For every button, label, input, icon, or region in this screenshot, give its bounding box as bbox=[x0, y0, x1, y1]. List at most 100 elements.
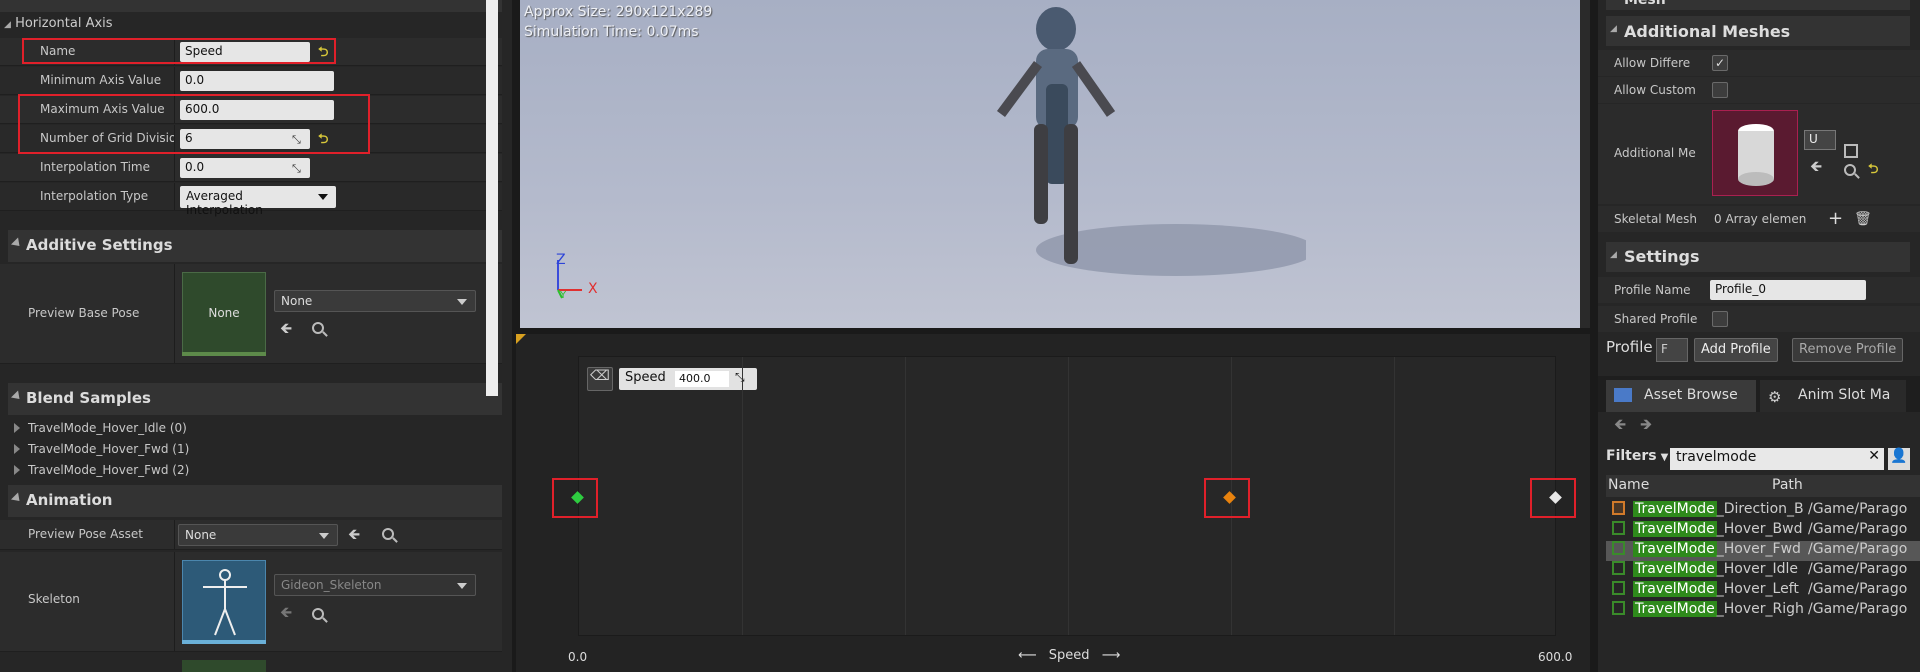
asset-row[interactable]: TravelMode _Hover_Bwd/Game/Parago bbox=[1606, 521, 1920, 541]
allow-custom-row: Allow Custom bbox=[1598, 77, 1920, 103]
asset-name-match: TravelMode bbox=[1633, 581, 1717, 597]
x-axis-title: ⟵ Speed ⟶ bbox=[1018, 648, 1121, 663]
asset-path: /Game/Parago bbox=[1808, 601, 1908, 617]
asset-name-rest: _Hover_Left bbox=[1716, 581, 1799, 597]
use-selected-arrow-icon[interactable]: 🡸 bbox=[280, 318, 292, 343]
profile-name-input[interactable]: Profile_0 bbox=[1710, 280, 1866, 300]
animation-asset-icon bbox=[1612, 581, 1625, 595]
asset-name-rest: _Direction_B bbox=[1716, 501, 1804, 517]
use-selected-arrow-icon[interactable]: 🡸 bbox=[348, 524, 360, 549]
asset-row[interactable]: TravelMode _Hover_Idle/Game/Parago bbox=[1606, 561, 1920, 581]
shared-profile-checkbox[interactable] bbox=[1712, 311, 1728, 327]
asset-name-match: TravelMode bbox=[1633, 541, 1717, 557]
highlight-axis bbox=[18, 94, 370, 154]
interp-time-input[interactable]: 0.0 bbox=[180, 158, 310, 178]
skeleton-thumbnail[interactable] bbox=[182, 560, 266, 644]
mesh-dropdown[interactable]: U bbox=[1804, 130, 1836, 150]
use-selected-arrow-icon[interactable]: 🡸 bbox=[1810, 156, 1822, 181]
collapse-arrow-icon: ◢ bbox=[1610, 250, 1617, 260]
animation-asset-icon bbox=[1612, 601, 1625, 615]
allow-different-row: Allow Differen ✓ bbox=[1598, 50, 1920, 76]
speed-param-widget[interactable]: Speed 400.0 ⤡ bbox=[619, 368, 757, 390]
profile-dropdown[interactable]: F bbox=[1656, 338, 1688, 362]
asset-name-match: TravelMode bbox=[1633, 561, 1717, 577]
min-axis-input[interactable]: 0.0 bbox=[180, 71, 334, 91]
settings-header[interactable]: ◢ Settings bbox=[1606, 242, 1910, 272]
asset-row[interactable]: TravelMode _Hover_Left/Game/Parago bbox=[1606, 581, 1920, 601]
blendspace-plot-area[interactable]: ⌫ Speed 400.0 ⤡ bbox=[578, 356, 1556, 636]
user-filter-icon[interactable]: 👤 bbox=[1888, 448, 1910, 470]
preview-viewport[interactable]: Approx Size: 290x121x289 Simulation Time… bbox=[516, 0, 1590, 328]
animation-header[interactable]: Animation bbox=[8, 485, 502, 517]
asset-path: /Game/Parago bbox=[1808, 521, 1908, 537]
blend-sample-item[interactable]: TravelMode_Hover_Idle (0) bbox=[14, 421, 187, 435]
axis-z-label: Z bbox=[556, 252, 566, 268]
skeletal-mesh-row: Skeletal Mesh 0 Array elemen + 🗑 bbox=[1598, 206, 1920, 232]
blend-samples-header[interactable]: Blend Samples bbox=[8, 383, 502, 415]
mesh-header[interactable]: Mesh bbox=[1606, 0, 1910, 10]
preview-base-pose-dropdown[interactable]: None bbox=[274, 290, 476, 312]
interp-type-dropdown[interactable]: Averaged Interpolation bbox=[180, 186, 336, 217]
drag-resize-icon[interactable]: ⤡ bbox=[735, 370, 745, 385]
approx-size-text: Approx Size: 290x121x289 bbox=[524, 4, 713, 20]
preview-pose-dropdown[interactable]: None bbox=[178, 524, 338, 546]
forward-arrow-icon[interactable]: 🡺 bbox=[1640, 414, 1652, 439]
tag-icon[interactable]: ⌫ bbox=[587, 367, 613, 391]
grid-line bbox=[1068, 357, 1069, 635]
speed-param-input[interactable]: 400.0 bbox=[675, 371, 729, 387]
skeleton-figure-icon bbox=[203, 569, 247, 636]
browse-search-icon[interactable] bbox=[1844, 164, 1856, 176]
asset-path: /Game/Parago bbox=[1808, 501, 1908, 517]
browse-search-icon[interactable] bbox=[312, 322, 324, 334]
blendspace-graph[interactable]: ⌫ Speed 400.0 ⤡ 0.0 600.0 ⟵ Speed ⟶ bbox=[516, 334, 1590, 672]
skeleton-dropdown[interactable]: Gideon_Skeleton bbox=[274, 574, 476, 596]
add-profile-button[interactable]: Add Profile bbox=[1694, 338, 1778, 362]
collapse-arrow-icon bbox=[10, 390, 24, 403]
asset-search-input[interactable]: travelmode ✕ bbox=[1670, 448, 1884, 470]
filters-dropdown[interactable]: Filters ▼ bbox=[1606, 448, 1668, 464]
asset-row[interactable]: TravelMode _Hover_Righ/Game/Parago bbox=[1606, 601, 1920, 621]
corner-marker bbox=[516, 334, 526, 344]
reset-to-default-icon[interactable]: ⮌ bbox=[1868, 160, 1878, 182]
use-selected-arrow-icon[interactable]: 🡸 bbox=[280, 602, 292, 627]
clear-search-icon[interactable]: ✕ bbox=[1868, 448, 1880, 464]
asset-path: /Game/Parago bbox=[1808, 561, 1908, 577]
grid-line bbox=[742, 357, 743, 635]
asset-browser-icon bbox=[1614, 388, 1632, 402]
collapse-arrow-icon: ◢ bbox=[1610, 24, 1617, 34]
additional-mesh-row: Additional Me U 🡸 ⮌ bbox=[1598, 104, 1920, 204]
animation-asset-icon bbox=[1612, 561, 1625, 575]
right-panel: Mesh ◢ Additional Meshes Allow Differen … bbox=[1598, 0, 1920, 672]
scrollbar-thumb[interactable] bbox=[486, 0, 498, 396]
animation-asset-icon bbox=[1612, 521, 1625, 535]
asset-row[interactable]: TravelMode _Hover_Fwd/Game/Parago bbox=[1606, 541, 1920, 561]
mesh-thumbnail[interactable] bbox=[1712, 110, 1798, 196]
add-element-icon[interactable]: + bbox=[1828, 208, 1843, 229]
allow-custom-checkbox[interactable] bbox=[1712, 82, 1728, 98]
drag-resize-icon[interactable]: ⤡ bbox=[292, 162, 301, 176]
browse-search-icon[interactable] bbox=[382, 528, 394, 540]
col-name[interactable]: Name bbox=[1608, 477, 1649, 493]
asset-thumbnail[interactable]: None bbox=[182, 272, 266, 356]
allow-different-checkbox[interactable]: ✓ bbox=[1712, 55, 1728, 71]
additional-meshes-header[interactable]: ◢ Additional Meshes bbox=[1606, 16, 1910, 46]
additive-settings-header[interactable]: Additive Settings bbox=[8, 230, 502, 262]
blend-sample-item[interactable]: TravelMode_Hover_Fwd (1) bbox=[14, 442, 189, 456]
tab-bar: Asset Browse Anim Slot Ma ⚙ bbox=[1598, 376, 1920, 412]
tab-anim-slot-manager[interactable]: Anim Slot Ma bbox=[1760, 380, 1906, 412]
delete-trash-icon[interactable]: 🗑 bbox=[1854, 211, 1872, 227]
remove-profile-button[interactable]: Remove Profile bbox=[1792, 338, 1904, 362]
asset-row[interactable]: TravelMode _Direction_B/Game/Parago bbox=[1606, 501, 1920, 521]
horizontal-axis-header[interactable]: ◢ Horizontal Axis bbox=[4, 16, 113, 34]
min-axis-row: Minimum Axis Value 0.0 bbox=[0, 67, 502, 95]
asset-name-match: TravelMode bbox=[1633, 601, 1717, 617]
arrow-right-icon: ⟶ bbox=[1101, 648, 1121, 663]
browse-search-icon[interactable] bbox=[312, 608, 324, 620]
shared-profile-row: Shared Profile bbox=[1598, 306, 1920, 332]
col-path[interactable]: Path bbox=[1772, 477, 1803, 493]
back-arrow-icon[interactable]: 🡸 bbox=[1614, 414, 1626, 439]
asset-path: /Game/Parago bbox=[1808, 541, 1908, 557]
save-icon[interactable] bbox=[1844, 144, 1858, 158]
cylinder-mesh-icon bbox=[1738, 124, 1774, 186]
blend-sample-item[interactable]: TravelMode_Hover_Fwd (2) bbox=[14, 463, 189, 477]
